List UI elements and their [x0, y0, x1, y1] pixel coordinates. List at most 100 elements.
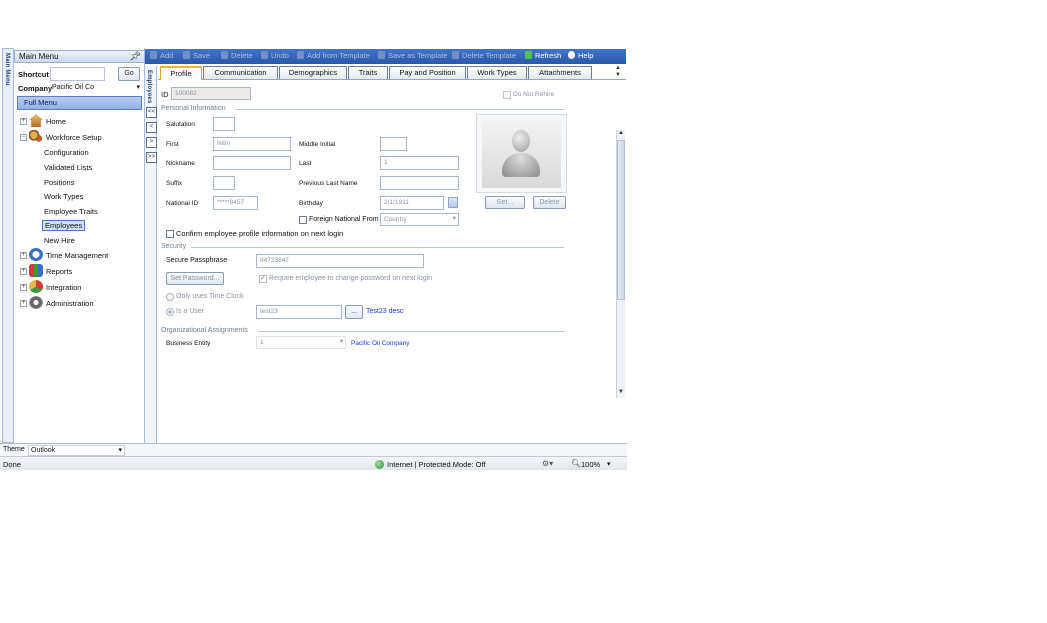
- tab-demographics[interactable]: Demographics: [279, 66, 347, 79]
- main-menu-rail[interactable]: Main Menu: [2, 48, 14, 443]
- last-name-field[interactable]: 1: [380, 156, 459, 170]
- refresh-button[interactable]: Refresh: [525, 51, 561, 60]
- expand-administration-icon[interactable]: +: [20, 300, 27, 307]
- last-record-button[interactable]: >>: [146, 152, 157, 163]
- tree-item-reports[interactable]: Reports: [46, 267, 72, 276]
- birthday-label: Birthday: [299, 200, 323, 207]
- country-select[interactable]: Country ▾: [380, 213, 459, 226]
- save-button[interactable]: Save: [183, 51, 210, 60]
- globe-icon: [375, 460, 384, 469]
- full-menu-header[interactable]: Full Menu: [17, 96, 142, 110]
- tab-attachments[interactable]: Attachments: [528, 66, 592, 79]
- id-field: 100082: [171, 87, 251, 100]
- user-field[interactable]: test23: [256, 305, 342, 319]
- is-a-user-radio[interactable]: [166, 308, 174, 316]
- scroll-down-icon[interactable]: ▼: [618, 389, 624, 395]
- save-as-template-label: Save as Template: [388, 51, 448, 60]
- next-record-button[interactable]: >: [146, 137, 157, 148]
- chevron-down-icon[interactable]: ▾: [607, 460, 611, 468]
- theme-bar: Theme Outlook ▾: [0, 443, 627, 456]
- tree-item-configuration[interactable]: Configuration: [44, 148, 89, 157]
- tab-communication[interactable]: Communication: [203, 66, 278, 79]
- tab-scroll-down-icon[interactable]: ▼: [615, 72, 621, 78]
- tree-item-new-hire[interactable]: New Hire: [44, 236, 75, 245]
- company-value: Pacific Oil Co: [52, 84, 95, 91]
- delete-template-button[interactable]: Delete Template: [452, 51, 516, 60]
- tree-item-employees[interactable]: Employees: [42, 220, 86, 231]
- birthday-field[interactable]: 2/1/1911: [380, 196, 444, 210]
- save-as-template-button[interactable]: Save as Template: [378, 51, 447, 60]
- section-divider: [236, 109, 564, 110]
- shortcut-input[interactable]: [50, 67, 105, 81]
- tree-item-administration[interactable]: Administration: [46, 299, 94, 308]
- calendar-icon[interactable]: [448, 197, 458, 208]
- tab-work-types[interactable]: Work Types: [467, 66, 527, 79]
- salutation-field[interactable]: [213, 117, 235, 131]
- chevron-down-icon: ▾: [452, 215, 456, 222]
- suffix-field[interactable]: [213, 176, 235, 190]
- help-button[interactable]: Help: [568, 51, 593, 60]
- last-name-label: Last: [299, 160, 312, 167]
- first-record-button[interactable]: <<: [146, 107, 157, 118]
- company-select[interactable]: Pacific Oil Co ▾: [52, 82, 142, 94]
- tree-item-workforce-setup[interactable]: Workforce Setup: [46, 133, 102, 142]
- tab-profile[interactable]: Profile: [160, 66, 202, 80]
- require-change-checkbox[interactable]: ✓: [259, 275, 267, 283]
- tab-pay-and-position[interactable]: Pay and Position: [389, 66, 466, 79]
- zoom-level[interactable]: 100%: [581, 460, 600, 469]
- add-from-template-button[interactable]: Add from Template: [297, 51, 370, 60]
- set-photo-button[interactable]: Set...: [485, 196, 525, 209]
- go-button[interactable]: Go: [118, 67, 140, 81]
- personal-info-heading: Personal Information: [161, 105, 226, 112]
- business-entity-select[interactable]: 1 ▾: [256, 336, 346, 349]
- tree-item-work-types[interactable]: Work Types: [44, 192, 83, 201]
- tree-item-employee-traits[interactable]: Employee Traits: [44, 207, 98, 216]
- tab-traits[interactable]: Traits: [348, 66, 388, 79]
- shortcut-label: Shortcut: [18, 70, 49, 79]
- tree-item-integration[interactable]: Integration: [46, 283, 81, 292]
- expand-time-icon[interactable]: +: [20, 252, 27, 259]
- tree-item-time-management[interactable]: Time Management: [46, 251, 108, 260]
- delete-button[interactable]: Delete: [221, 51, 253, 60]
- main-menu-rail-label: Main Menu: [4, 53, 10, 86]
- previous-record-button[interactable]: <: [146, 122, 157, 133]
- avatar-head-icon: [512, 130, 530, 152]
- only-time-clock-radio[interactable]: [166, 293, 174, 301]
- collapse-workforce-icon[interactable]: −: [20, 134, 27, 141]
- first-name-field[interactable]: Nitin: [213, 137, 291, 151]
- delete-photo-button[interactable]: Delete: [533, 196, 566, 209]
- passphrase-label: Secure Passphrase: [166, 257, 228, 264]
- national-id-field[interactable]: *****8457: [213, 196, 258, 210]
- foreign-national-checkbox[interactable]: [299, 216, 307, 224]
- confirm-profile-checkbox[interactable]: [166, 230, 174, 238]
- only-time-clock-label: Only uses Time Clock: [176, 293, 244, 300]
- security-heading: Security: [161, 243, 187, 250]
- form-scrollbar[interactable]: ▲ ▼: [616, 130, 625, 398]
- delete-icon: [221, 51, 228, 59]
- do-not-rehire-checkbox[interactable]: [503, 91, 511, 99]
- previous-last-name-field[interactable]: [380, 176, 459, 190]
- add-button[interactable]: Add: [150, 51, 173, 60]
- theme-select[interactable]: Outlook ▾: [28, 445, 125, 456]
- nickname-field[interactable]: [213, 156, 291, 170]
- scroll-up-icon[interactable]: ▲: [618, 130, 624, 136]
- zoom-icon[interactable]: 🔍︎: [571, 459, 581, 468]
- tree-item-home[interactable]: Home: [46, 117, 66, 126]
- pin-icon[interactable]: 📌︎: [130, 51, 141, 62]
- expand-integration-icon[interactable]: +: [20, 284, 27, 291]
- help-icon: [568, 51, 575, 59]
- middle-initial-field[interactable]: [380, 137, 407, 151]
- expand-home-icon[interactable]: +: [20, 118, 27, 125]
- tree-item-validated-lists[interactable]: Validated Lists: [44, 163, 92, 172]
- set-password-button[interactable]: Set Password...: [166, 272, 224, 285]
- scrollbar-thumb[interactable]: [617, 140, 625, 300]
- passphrase-field[interactable]: 84723847: [256, 254, 424, 268]
- user-browse-button[interactable]: ...: [345, 305, 363, 319]
- tree-item-positions[interactable]: Positions: [44, 178, 74, 187]
- add-ons-icon[interactable]: ⚙▾: [542, 459, 553, 468]
- tab-bar: Profile Communication Demographics Trait…: [158, 64, 626, 80]
- expand-reports-icon[interactable]: +: [20, 268, 27, 275]
- tab-scroll-up-icon[interactable]: ▲: [615, 65, 621, 71]
- undo-button[interactable]: Undo: [261, 51, 289, 60]
- refresh-label: Refresh: [535, 51, 562, 60]
